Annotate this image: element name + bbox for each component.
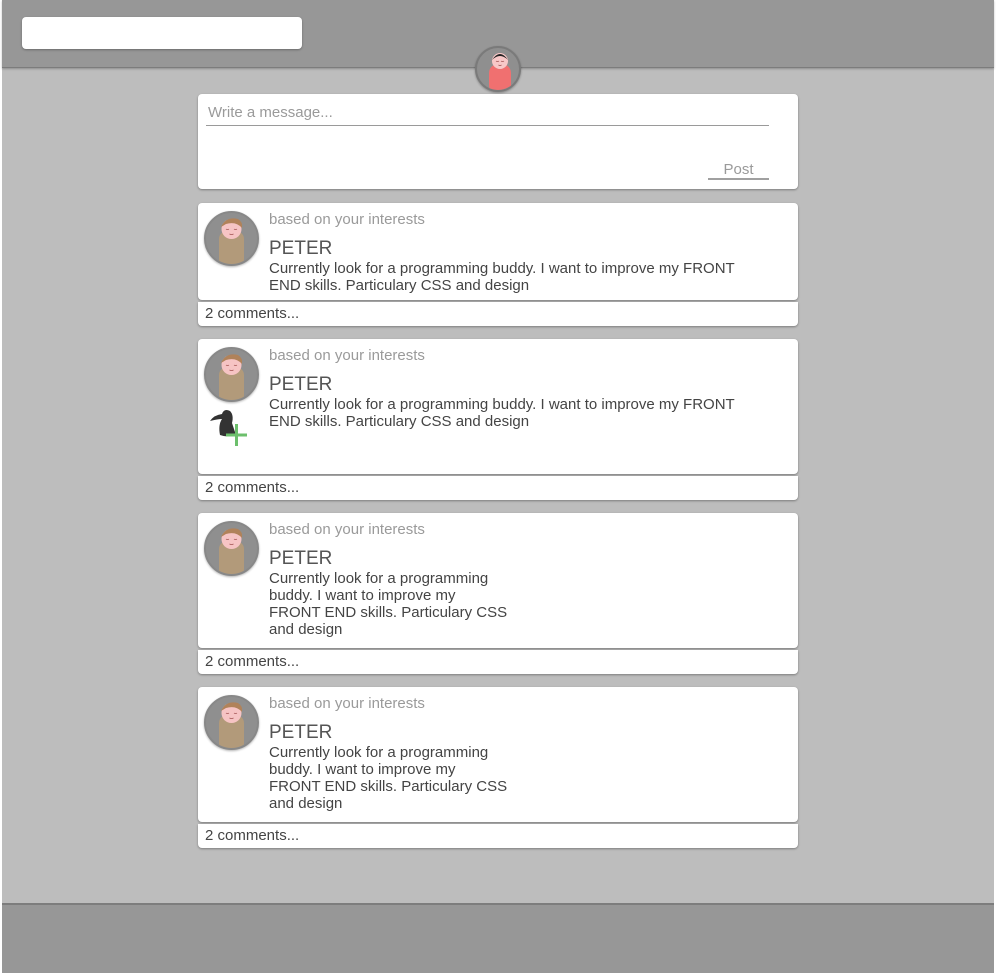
avatar[interactable] bbox=[204, 211, 259, 266]
interest-label: based on your interests bbox=[269, 347, 425, 364]
message-composer: Post bbox=[198, 94, 798, 189]
person-avatar-icon bbox=[219, 702, 244, 748]
person-avatar-icon bbox=[219, 528, 244, 574]
post-card: based on your interests PETER Currently … bbox=[198, 203, 798, 300]
person-avatar-icon bbox=[219, 354, 244, 400]
post-card: based on your interests PETER Currently … bbox=[198, 687, 798, 822]
post-button[interactable]: Post bbox=[708, 162, 769, 180]
post-message: Currently look for a programming buddy. … bbox=[269, 744, 508, 812]
post-author-name[interactable]: PETER bbox=[269, 238, 332, 260]
avatar[interactable] bbox=[204, 521, 259, 576]
interest-label: based on your interests bbox=[269, 211, 425, 228]
comments-link[interactable]: 2 comments... bbox=[198, 824, 798, 848]
avatar[interactable] bbox=[204, 695, 259, 750]
interest-label: based on your interests bbox=[269, 521, 425, 538]
footer-bar bbox=[2, 903, 994, 973]
add-friend-icon[interactable] bbox=[208, 407, 252, 451]
search-input[interactable] bbox=[22, 17, 302, 49]
post-message: Currently look for a programming buddy. … bbox=[269, 570, 508, 638]
post-message: Currently look for a programming buddy. … bbox=[269, 260, 735, 294]
post-card: based on your interests PETER Currently … bbox=[198, 339, 798, 474]
post-author-name[interactable]: PETER bbox=[269, 722, 332, 744]
person-avatar-icon bbox=[219, 218, 244, 264]
post-author-name[interactable]: PETER bbox=[269, 548, 332, 570]
user-avatar[interactable] bbox=[475, 46, 521, 92]
interest-label: based on your interests bbox=[269, 695, 425, 712]
comments-link[interactable]: 2 comments... bbox=[198, 302, 798, 326]
comments-link[interactable]: 2 comments... bbox=[198, 650, 798, 674]
post-card: based on your interests PETER Currently … bbox=[198, 513, 798, 648]
comments-link[interactable]: 2 comments... bbox=[198, 476, 798, 500]
message-input[interactable] bbox=[206, 102, 769, 126]
post-author-name[interactable]: PETER bbox=[269, 374, 332, 396]
post-message: Currently look for a programming buddy. … bbox=[269, 396, 735, 430]
avatar[interactable] bbox=[204, 347, 259, 402]
